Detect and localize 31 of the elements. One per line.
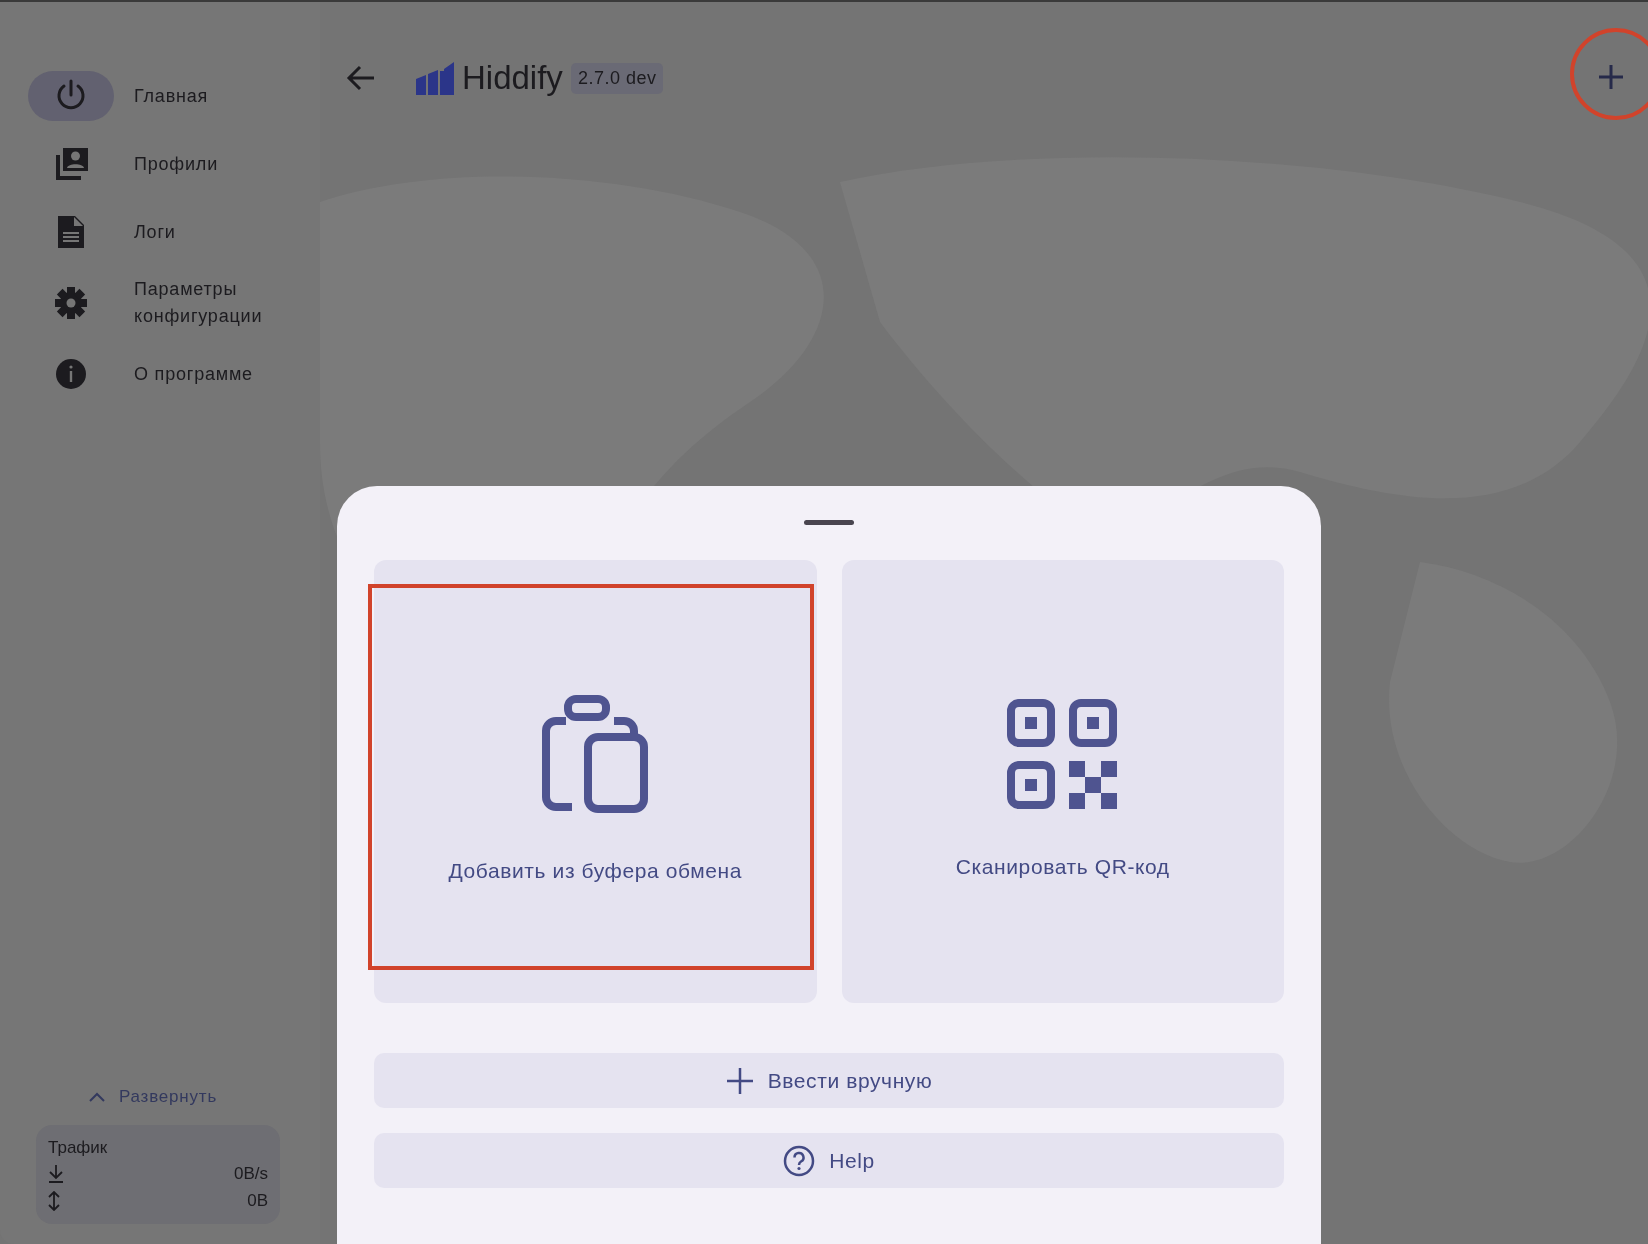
info-icon — [55, 358, 87, 390]
version-badge: 2.7.0 dev — [570, 62, 664, 94]
nav-item[interactable]: Логи — [28, 198, 320, 266]
traffic-value: 0B/s — [233, 1162, 268, 1185]
up-down-arrow-icon — [48, 1190, 60, 1211]
clipboard-icon — [540, 695, 651, 816]
back-arrow-icon — [346, 65, 376, 91]
option-card[interactable]: Сканировать QR-код — [841, 560, 1284, 1003]
chevron-up-icon — [88, 1091, 105, 1102]
document-icon — [58, 216, 84, 248]
help-icon — [783, 1144, 816, 1177]
plus-icon — [1598, 64, 1624, 90]
back-button[interactable] — [346, 65, 376, 91]
nav-item[interactable]: Главная — [28, 62, 320, 130]
qr-code-icon — [1006, 699, 1119, 812]
gear-icon — [54, 286, 88, 320]
option-card[interactable]: Добавить из буфера обмена — [374, 560, 817, 1003]
traffic-value: 0B — [247, 1189, 268, 1212]
logo-icon — [416, 61, 454, 95]
nav-item[interactable]: Профили — [28, 130, 320, 198]
action-button[interactable]: Ввести вручную — [374, 1053, 1284, 1108]
nav-item[interactable]: О программе — [28, 340, 320, 408]
drag-handle[interactable] — [804, 520, 854, 525]
action-button[interactable]: Help — [374, 1133, 1284, 1188]
expand-button[interactable]: Развернуть — [28, 1083, 278, 1111]
download-icon — [48, 1163, 64, 1184]
plus-icon — [725, 1066, 754, 1095]
nav-item[interactable]: Параметры конфигурации — [28, 266, 320, 340]
app-name: Hiddify — [462, 58, 563, 99]
profiles-icon — [54, 148, 88, 180]
traffic-title: Трафик — [48, 1136, 108, 1159]
